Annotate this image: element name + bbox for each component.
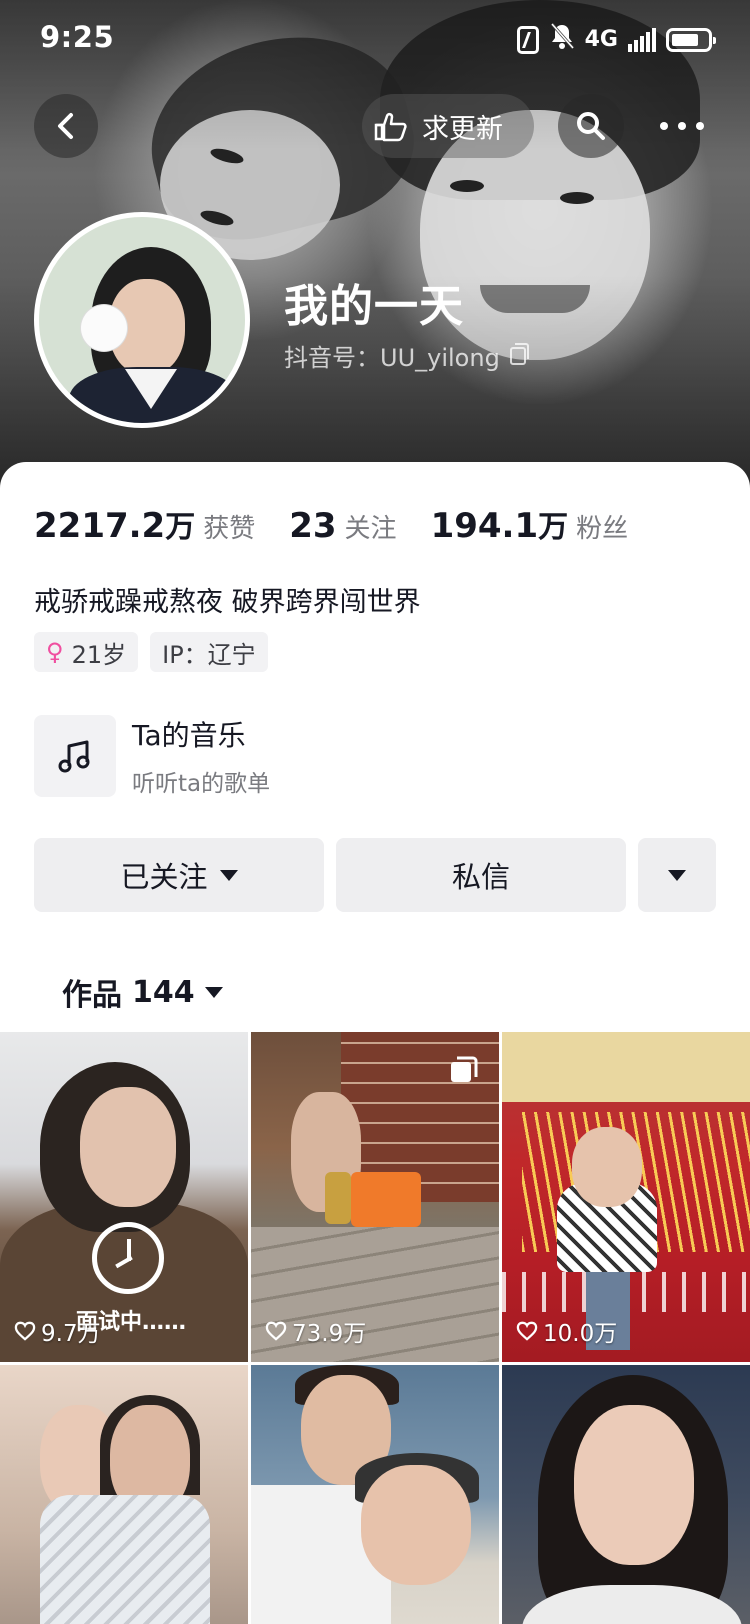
video-like-count: 73.9万: [265, 1314, 366, 1348]
douyin-id[interactable]: 抖音号：UU_yilong: [284, 338, 529, 373]
video-grid: 面试中…… 9.7万 73.9万 10.0万: [0, 1032, 750, 1624]
nfc-icon: [516, 26, 539, 54]
clock-icon: [92, 1222, 164, 1294]
search-button[interactable]: [558, 94, 624, 158]
video-thumbnail[interactable]: 10.0万: [502, 1032, 750, 1362]
more-options-icon[interactable]: [660, 110, 704, 142]
music-note-icon: [34, 715, 116, 797]
profile-tags: ♀ 21岁 IP：辽宁: [34, 632, 268, 672]
status-time: 9:25: [40, 20, 115, 54]
request-update-button[interactable]: 求更新: [362, 94, 534, 158]
recommend-dropdown-button[interactable]: [638, 838, 716, 912]
music-title: Ta的音乐: [132, 719, 246, 752]
copy-icon[interactable]: [509, 342, 529, 365]
profile-stats: 2217.2 万 获赞 23 关注 194.1 万 粉丝: [34, 502, 662, 546]
heart-icon: [14, 1321, 36, 1341]
music-subtitle: 听听ta的歌单: [132, 771, 271, 797]
female-icon: ♀: [46, 638, 64, 666]
action-buttons: 已关注 私信: [34, 838, 716, 912]
video-thumbnail[interactable]: [251, 1365, 499, 1624]
video-thumbnail[interactable]: [502, 1365, 750, 1624]
video-like-count: 9.7万: [14, 1314, 101, 1348]
message-button[interactable]: 私信: [336, 838, 626, 912]
caret-down-icon: [204, 986, 223, 998]
multi-image-icon: [451, 1056, 478, 1082]
heart-icon: [516, 1321, 538, 1341]
video-thumbnail[interactable]: 面试中…… 9.7万: [0, 1032, 248, 1362]
stat-likes[interactable]: 2217.2 万 获赞: [34, 502, 255, 546]
video-thumbnail[interactable]: 73.9万: [251, 1032, 499, 1362]
caret-down-icon: [219, 869, 238, 881]
video-like-count: 10.0万: [516, 1314, 617, 1348]
avatar[interactable]: [34, 212, 250, 428]
ip-location-tag: IP：辽宁: [150, 632, 268, 672]
pointing-hand-icon: [374, 112, 407, 142]
back-button[interactable]: [34, 94, 98, 158]
profile-name: 我的一天: [284, 281, 464, 332]
battery-icon: [666, 28, 716, 52]
music-entry[interactable]: Ta的音乐 听听ta的歌单: [34, 714, 270, 798]
profile-bio: 戒骄戒躁戒熬夜 破界跨界闯世界: [34, 587, 421, 618]
caret-down-icon: [668, 869, 686, 881]
network-type-label: 4G: [584, 27, 618, 52]
signal-icon: [628, 28, 656, 52]
video-thumbnail[interactable]: [0, 1365, 248, 1624]
chevron-left-icon: [58, 113, 73, 139]
search-icon: [577, 112, 605, 140]
followed-button[interactable]: 已关注: [34, 838, 324, 912]
stat-followers[interactable]: 194.1 万 粉丝: [431, 502, 629, 546]
mute-bell-icon: [549, 22, 575, 58]
status-bar: 9:25 4G: [0, 0, 750, 74]
stat-following[interactable]: 23 关注: [289, 506, 396, 546]
request-update-label: 求更新: [422, 113, 503, 145]
heart-icon: [265, 1321, 287, 1341]
douyin-id-text: 抖音号：UU_yilong: [284, 344, 500, 372]
tab-works[interactable]: 作品 144: [62, 970, 223, 1014]
age-tag: ♀ 21岁: [34, 632, 139, 672]
